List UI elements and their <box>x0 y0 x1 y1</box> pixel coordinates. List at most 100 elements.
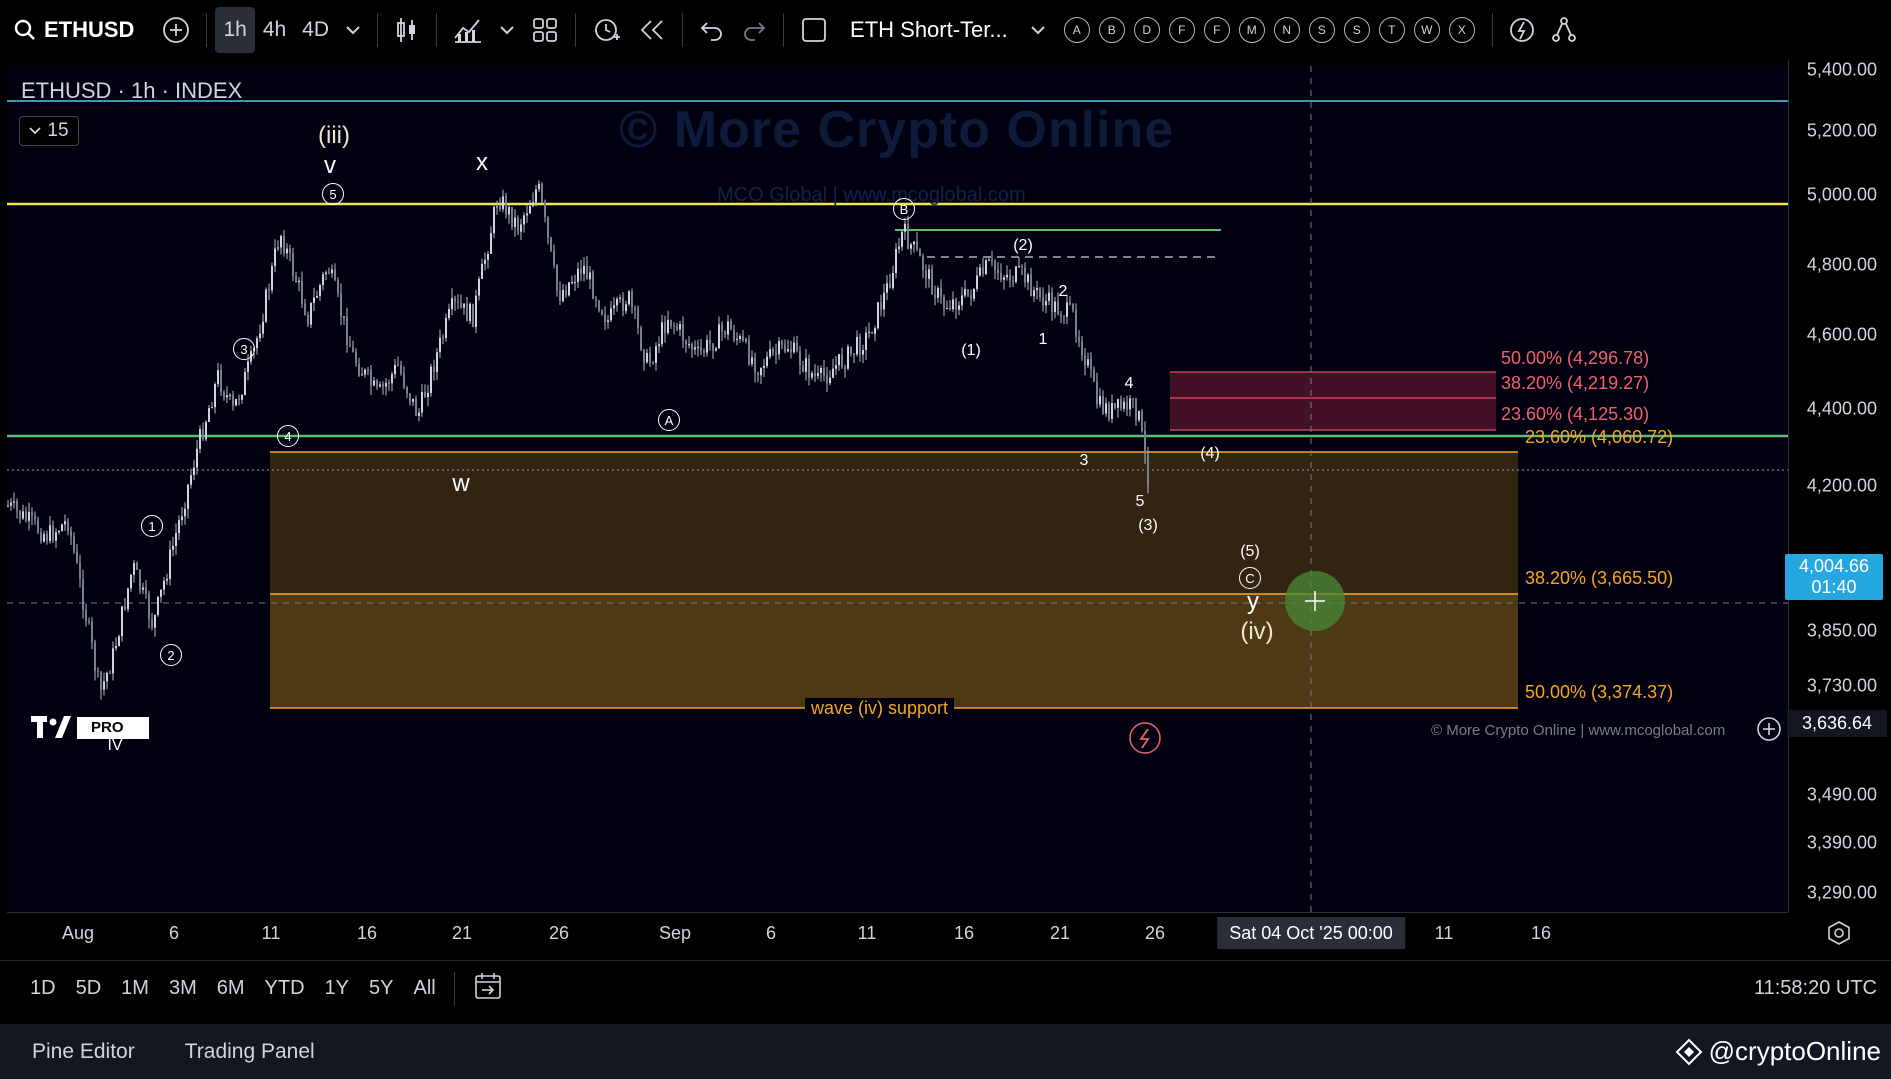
candle-body <box>1111 403 1113 419</box>
candle-body <box>655 346 657 363</box>
drawing-tool-x[interactable]: X <box>1448 17 1475 43</box>
candle-body <box>862 349 864 355</box>
price-axis[interactable]: 5,400.00 5,200.00 5,000.00 4,800.00 4,60… <box>1785 60 1891 912</box>
candle-body <box>448 308 450 319</box>
bottom-panel-bar: Pine Editor Trading Panel @cryptoOnline <box>0 1024 1891 1079</box>
candle-body <box>229 394 231 396</box>
drawing-tool-b[interactable]: B <box>1098 17 1125 43</box>
candle-body <box>931 269 933 295</box>
chart-legend-title[interactable]: ETHUSD · 1h · INDEX <box>21 78 242 104</box>
candle-body <box>217 370 219 385</box>
indicator-collapse-button[interactable]: 15 <box>19 116 79 146</box>
layouts-button[interactable] <box>523 7 567 53</box>
symbol-search[interactable]: ETHUSD <box>14 17 154 43</box>
replay-button[interactable] <box>630 7 674 53</box>
range-all-button[interactable]: All <box>403 977 445 1000</box>
drawing-tool-d[interactable]: D <box>1133 17 1160 43</box>
candle-body <box>832 368 834 378</box>
candle-body <box>538 183 540 190</box>
layout-dropdown-button[interactable] <box>1022 7 1054 53</box>
drawing-tool-s2[interactable]: S <box>1343 17 1370 43</box>
wave-label-circ-c: C <box>1239 567 1261 589</box>
candle-body <box>550 237 552 251</box>
candle-body <box>148 594 150 620</box>
interval-1h-button[interactable]: 1h <box>215 7 255 53</box>
candle-body <box>808 358 810 378</box>
interval-dropdown-button[interactable] <box>337 7 369 53</box>
candle-body <box>670 319 672 326</box>
candle-body <box>1093 369 1095 382</box>
range-5y-button[interactable]: 5Y <box>359 977 403 1000</box>
alert-button[interactable] <box>584 7 630 53</box>
price-tick: 4,800.00 <box>1806 254 1877 275</box>
layout-checkbox[interactable] <box>792 7 836 53</box>
settings-button[interactable] <box>1543 7 1585 53</box>
candle-body <box>997 269 999 273</box>
interval-4d-button[interactable]: 4D <box>294 7 337 53</box>
candle-body <box>913 241 915 245</box>
range-6m-button[interactable]: 6M <box>207 977 255 1000</box>
candle-body <box>106 672 108 682</box>
range-ytd-button[interactable]: YTD <box>255 977 315 1000</box>
drawing-tool-m[interactable]: M <box>1238 17 1265 43</box>
drawing-tool-w[interactable]: W <box>1413 17 1440 43</box>
drawing-tool-s[interactable]: S <box>1308 17 1335 43</box>
redo-button[interactable] <box>733 7 775 53</box>
drawing-tool-a[interactable]: A <box>1063 17 1090 43</box>
drawing-tool-t[interactable]: T <box>1378 17 1405 43</box>
current-price-tag: 4,004.66 01:40 <box>1785 554 1883 600</box>
range-1d-button[interactable]: 1D <box>20 977 66 1000</box>
candle-body <box>139 570 141 590</box>
range-3m-button[interactable]: 3M <box>159 977 207 1000</box>
tab-trading-panel[interactable]: Trading Panel <box>185 1040 315 1064</box>
quick-search-button[interactable] <box>1501 7 1543 53</box>
candle-body <box>889 283 891 288</box>
candle-body <box>487 253 489 260</box>
candle-body <box>646 353 648 363</box>
utc-clock[interactable]: 11:58:20 UTC <box>1754 977 1877 1000</box>
candle-body <box>184 508 186 517</box>
range-5d-button[interactable]: 5D <box>66 977 112 1000</box>
wave-label-v: v <box>324 152 336 179</box>
candle-body <box>1132 398 1134 400</box>
candle-body <box>358 363 360 376</box>
candle-body <box>865 332 867 350</box>
candle-body <box>799 351 801 366</box>
candle-body <box>640 327 642 350</box>
interval-4h-button[interactable]: 4h <box>255 7 294 53</box>
candle-body <box>463 303 465 308</box>
add-symbol-button[interactable] <box>154 7 198 53</box>
candle-body <box>73 536 75 552</box>
layout-name-button[interactable]: ETH Short-Ter... <box>836 17 1022 43</box>
time-axis[interactable]: Aug 6 11 16 21 26 Sep 6 11 16 21 26 11 1… <box>7 912 1788 954</box>
tab-pine-editor[interactable]: Pine Editor <box>32 1040 135 1064</box>
candle-body <box>46 534 48 542</box>
candle-body <box>664 322 666 333</box>
chart-pane[interactable]: © More Crypto Online MCO Global | www.mc… <box>7 66 1788 912</box>
candle-body <box>430 366 432 393</box>
add-alert-plus-button[interactable] <box>1756 716 1782 747</box>
candle-body <box>814 373 816 376</box>
candle-body <box>283 235 285 254</box>
candle-body <box>589 272 591 280</box>
candle-body <box>163 580 165 590</box>
goto-date-button[interactable] <box>463 971 515 1007</box>
candle-body <box>979 267 981 276</box>
drawing-tool-f[interactable]: F <box>1168 17 1195 43</box>
axis-settings-button[interactable] <box>1826 920 1852 951</box>
candle-body <box>625 304 627 312</box>
undo-button[interactable] <box>691 7 733 53</box>
candle-body <box>631 291 633 308</box>
candle-body <box>451 298 453 309</box>
indicators-dropdown-button[interactable] <box>491 7 523 53</box>
chart-type-button[interactable] <box>386 7 428 53</box>
range-1y-button[interactable]: 1Y <box>315 977 359 1000</box>
range-1m-button[interactable]: 1M <box>111 977 159 1000</box>
candle-body <box>901 231 903 247</box>
drawing-tool-f2[interactable]: F <box>1203 17 1230 43</box>
indicators-button[interactable] <box>445 7 491 53</box>
wave-label-circ-3: 3 <box>233 338 255 360</box>
drawing-tool-n[interactable]: N <box>1273 17 1300 43</box>
candle-body <box>496 206 498 208</box>
candle-body <box>991 259 993 262</box>
